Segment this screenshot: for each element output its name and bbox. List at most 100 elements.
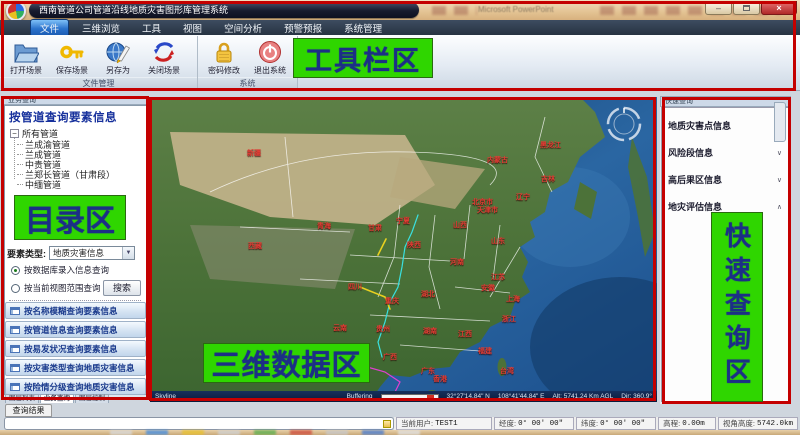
accordion-pipeline-info-query[interactable]: 按管道信息查询要素信息 <box>5 321 146 338</box>
province-label: 黑龙江 <box>540 140 561 150</box>
accordion-label: 按名称模糊查询要素信息 <box>24 305 118 317</box>
chevron-down-icon[interactable]: ▼ <box>122 247 134 259</box>
radio-view-range-query-label: 按当前视图范围查询 <box>24 282 101 294</box>
close-button[interactable]: × <box>761 1 797 15</box>
province-label: 吉林 <box>541 174 555 184</box>
menu-warning-forecast[interactable]: 预警预报 <box>275 20 331 36</box>
quick-query-risk-segments[interactable]: 风险段信息 ∨ <box>668 146 782 159</box>
province-label: 新疆 <box>247 148 261 158</box>
business-query-tab-header[interactable]: 业务查询 <box>3 96 149 105</box>
quick-query-item-label: 地质灾害点信息 <box>668 119 731 132</box>
panel-window-icon <box>10 307 20 315</box>
status-bar: 当前用户: TEST1 经度: 0° 00′ 00″ 纬度: 0° 00′ 00… <box>394 417 798 430</box>
radio-selected-icon[interactable] <box>11 266 20 275</box>
results-tool-icon[interactable] <box>383 420 391 428</box>
tree-item-pipeline[interactable]: 中缅管道 <box>17 178 61 191</box>
tab-layer-list[interactable]: 图层列表 <box>5 394 39 403</box>
quick-query-tab-header[interactable]: 快速查询 <box>660 96 791 107</box>
taskbar-item <box>254 430 276 435</box>
province-label: 甘肃 <box>368 223 382 233</box>
province-label: 福建 <box>478 346 492 356</box>
blurred-background-text <box>432 6 477 15</box>
province-label: 上海 <box>506 294 520 304</box>
menu-file[interactable]: 文件 <box>30 19 69 37</box>
tab-layer-control[interactable]: 图层控制 <box>75 394 109 403</box>
province-label: 云南 <box>333 323 347 333</box>
menu-system-management[interactable]: 系统管理 <box>335 20 391 36</box>
pipeline-query-section-title: 按管道查询要素信息 <box>9 109 117 125</box>
search-button[interactable]: 搜索 <box>103 280 141 296</box>
power-icon <box>257 39 283 65</box>
skyline-brand: Skyline <box>155 393 176 400</box>
province-label: 湖南 <box>423 326 437 336</box>
chevron-up-icon[interactable]: ∧ <box>777 203 782 211</box>
accordion-name-fuzzy-query[interactable]: 按名称模糊查询要素信息 <box>5 302 146 319</box>
tree-branch-tick <box>17 154 23 155</box>
province-label: 辽宁 <box>516 192 530 202</box>
quick-query-item-label: 风险段信息 <box>668 146 713 159</box>
lock-icon <box>211 39 237 65</box>
province-label: 四川 <box>348 282 362 292</box>
exit-system-button[interactable]: 退出系统 <box>248 38 292 76</box>
buffering-progress-bar <box>381 394 439 399</box>
tree-branch-tick <box>17 144 23 145</box>
quick-query-geohazard-points[interactable]: 地质灾害点信息 ∧ <box>668 119 782 132</box>
accordion-label: 按灾害类型查询地质灾害信息 <box>24 362 135 374</box>
status-value: 0° 00′ 00″ <box>600 420 645 428</box>
province-label: 香港 <box>433 374 447 384</box>
window-controls: – × <box>704 1 797 15</box>
save-scene-label: 保存场景 <box>50 65 94 76</box>
province-label: 内蒙古 <box>487 155 508 165</box>
accordion-risk-grade-query[interactable]: 按险情分级查询地质灾害信息 <box>5 378 146 395</box>
skyline-status-bar: Skyline Buffering 32°27'14.84" N 108°41'… <box>150 391 657 402</box>
maximize-button[interactable] <box>733 1 760 15</box>
save-as-button[interactable]: 另存为 <box>96 38 140 76</box>
status-longitude: 经度: 0° 00′ 00″ <box>494 417 574 430</box>
status-label: 纬度: <box>581 418 598 429</box>
menu-3d-browse[interactable]: 三维浏览 <box>73 20 129 36</box>
latitude-readout: 32°27'14.84" N <box>447 393 490 400</box>
quick-query-high-consequence-areas[interactable]: 高后果区信息 ∨ <box>668 173 782 186</box>
catalog-annotation-label: 目录区 <box>14 195 126 240</box>
accordion-disaster-type-query[interactable]: 按灾害类型查询地质灾害信息 <box>5 359 146 376</box>
chevron-down-icon[interactable]: ∨ <box>777 176 782 184</box>
menu-view[interactable]: 视图 <box>174 20 211 36</box>
close-scene-button[interactable]: 关闭场景 <box>142 38 186 76</box>
minimize-button[interactable]: – <box>705 1 732 15</box>
open-scene-button[interactable]: 打开场景 <box>4 38 48 76</box>
query-results-strip <box>4 417 394 430</box>
refresh-arrows-icon <box>151 39 177 65</box>
map-annotation-label: 三维数据区 <box>203 343 370 383</box>
accordion-susceptibility-query[interactable]: 按易发状况查询要素信息 <box>5 340 146 357</box>
compass-icon[interactable] <box>605 105 643 143</box>
panel-window-icon <box>10 364 20 372</box>
menu-tools[interactable]: 工具 <box>133 20 170 36</box>
status-latitude: 纬度: 0° 00′ 00″ <box>576 417 656 430</box>
province-label: 台湾 <box>500 366 514 376</box>
feature-type-select[interactable]: 地质灾害信息 ▼ <box>49 246 135 260</box>
collapsed-panel-side-tab[interactable] <box>774 102 786 142</box>
tree-collapse-icon[interactable]: − <box>10 129 19 138</box>
direction-readout: Dir: 360.9° <box>621 393 652 400</box>
status-value: 0.00m <box>682 420 705 428</box>
save-scene-button[interactable]: 保存场景 <box>50 38 94 76</box>
menu-spatial-analysis[interactable]: 空间分析 <box>215 20 271 36</box>
province-label: 河南 <box>450 257 464 267</box>
radio-view-range-query[interactable]: 按当前视图范围查询 <box>11 282 101 294</box>
left-panel-bottom-tabs: 图层列表 业务查询 图层控制 <box>5 394 109 403</box>
tab-business-query[interactable]: 业务查询 <box>40 394 74 403</box>
change-password-button[interactable]: 密码修改 <box>202 38 246 76</box>
background-taskbar <box>0 430 800 435</box>
radio-database-query[interactable]: 按数据库录入信息查询 <box>11 264 109 276</box>
status-view-height: 视角高度: 5742.0km <box>718 417 798 430</box>
catalog-panel: 业务查询 按管道查询要素信息 − 所有管道 兰成渝管道 兰成管道 中贵管道 兰郑… <box>3 96 149 399</box>
toolbar-group-file: 打开场景 保存场景 另存为 <box>0 36 198 89</box>
radio-unselected-icon[interactable] <box>11 284 20 293</box>
chevron-down-icon[interactable]: ∨ <box>777 149 782 157</box>
tree-guide-line <box>14 138 15 179</box>
buffering-progress-fill <box>427 395 434 398</box>
query-results-tab[interactable]: 查询结果 <box>5 404 52 417</box>
status-label: 经度: <box>499 418 516 429</box>
feature-type-value: 地质灾害信息 <box>50 247 122 259</box>
change-password-label: 密码修改 <box>202 65 246 76</box>
